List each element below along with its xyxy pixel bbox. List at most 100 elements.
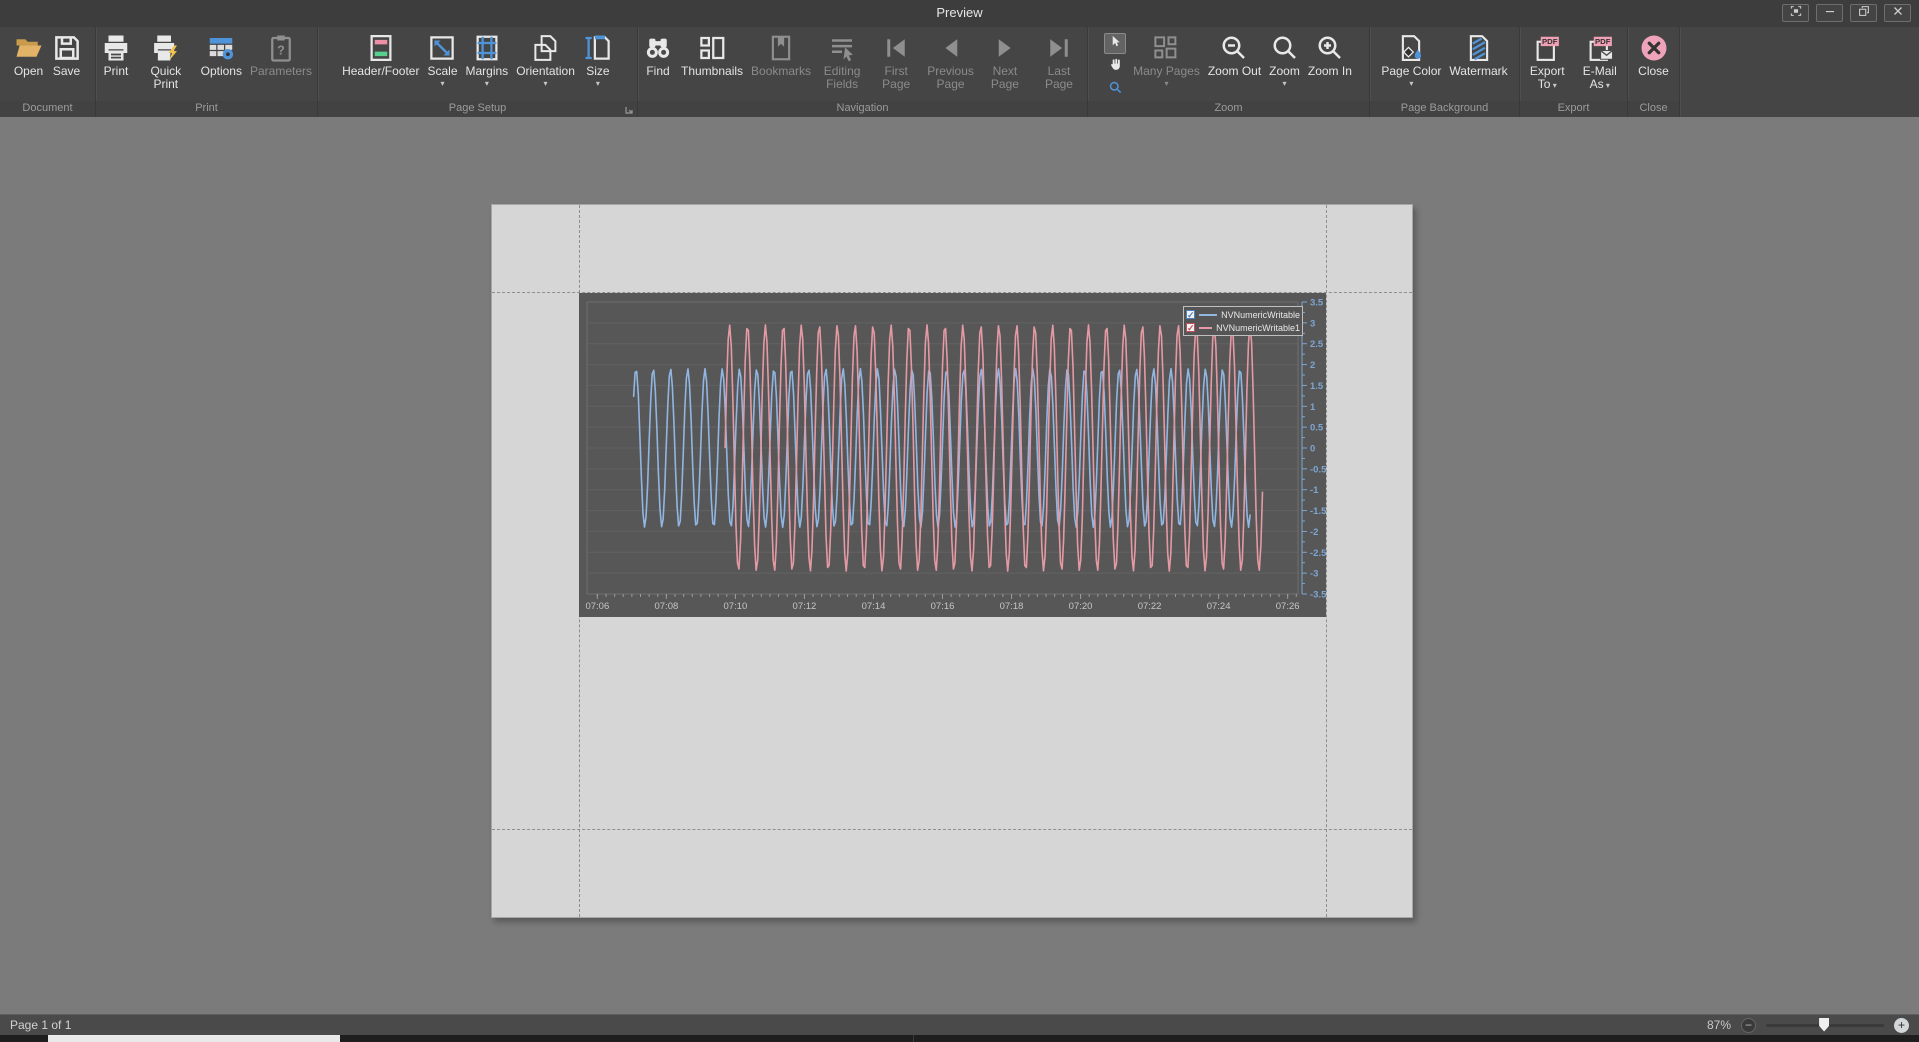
bookmarks-icon bbox=[766, 33, 796, 63]
hand-tool-button[interactable] bbox=[1104, 56, 1126, 77]
zoom-in-button[interactable]: Zoom In bbox=[1304, 29, 1356, 101]
save-button[interactable]: Save bbox=[48, 29, 86, 101]
group-label-document: Document bbox=[0, 101, 95, 117]
page-count-text: Page 1 of 1 bbox=[0, 1018, 1707, 1032]
size-label: Size bbox=[586, 65, 609, 88]
parameters-icon: ? bbox=[266, 33, 296, 63]
svg-text:-0.5: -0.5 bbox=[1310, 464, 1326, 475]
chart: 07:0607:0807:1007:1207:1407:1607:1807:20… bbox=[579, 293, 1326, 617]
ribbon-group-navigation: Find Thumbnails Bookmarks Editing Fields… bbox=[638, 27, 1088, 117]
ribbon-group-export: PDF Export To PDF E-Mail As Export bbox=[1520, 27, 1628, 117]
zoom-tools-column bbox=[1101, 29, 1129, 101]
quick-print-label: Quick Print bbox=[139, 65, 193, 91]
status-bar: Page 1 of 1 87% − + bbox=[0, 1014, 1919, 1035]
options-button[interactable]: Options bbox=[197, 29, 246, 101]
group-label-export: Export bbox=[1520, 101, 1627, 117]
export-to-button[interactable]: PDF Export To bbox=[1521, 29, 1574, 101]
many-pages-button: Many Pages bbox=[1129, 29, 1204, 101]
zoom-slider-handle[interactable] bbox=[1819, 1018, 1829, 1032]
open-label: Open bbox=[14, 65, 43, 78]
close-preview-button[interactable]: Close bbox=[1634, 29, 1673, 101]
many-pages-icon bbox=[1151, 33, 1181, 63]
svg-text:07:24: 07:24 bbox=[1207, 601, 1231, 612]
hand-icon bbox=[1108, 57, 1123, 77]
close-preview-icon bbox=[1639, 33, 1669, 63]
zoom-button[interactable]: Zoom bbox=[1265, 29, 1304, 101]
restore-button[interactable] bbox=[1850, 4, 1877, 22]
preview-page: 07:0607:0807:1007:1207:1407:1607:1807:20… bbox=[491, 204, 1413, 918]
legend-series-name: NVNumericWritable bbox=[1221, 310, 1300, 320]
save-icon bbox=[52, 33, 82, 63]
taskbar-app-segment[interactable] bbox=[48, 1035, 340, 1042]
print-label: Print bbox=[104, 65, 129, 78]
thumbnails-button[interactable]: Thumbnails bbox=[677, 29, 747, 101]
find-button[interactable]: Find bbox=[639, 29, 677, 101]
svg-text:3.5: 3.5 bbox=[1310, 298, 1324, 309]
ribbon-group-document: Open Save Document bbox=[0, 27, 96, 117]
magnifier-icon bbox=[1108, 80, 1123, 100]
ribbon-group-page-setup: Header/Footer Scale Margins Orientation … bbox=[318, 27, 638, 117]
group-label-navigation: Navigation bbox=[638, 101, 1087, 117]
window-controls bbox=[1782, 4, 1911, 22]
last-page-label: Last Page bbox=[1036, 65, 1082, 91]
quick-print-button[interactable]: Quick Print bbox=[135, 29, 197, 101]
zoom-decrease-button[interactable]: − bbox=[1741, 1018, 1756, 1033]
svg-text:07:14: 07:14 bbox=[862, 601, 886, 612]
watermark-label: Watermark bbox=[1449, 65, 1507, 78]
thumbnails-label: Thumbnails bbox=[681, 65, 743, 78]
svg-text:07:26: 07:26 bbox=[1276, 601, 1300, 612]
find-label: Find bbox=[646, 65, 669, 78]
export-to-icon: PDF bbox=[1532, 33, 1562, 63]
svg-text:0: 0 bbox=[1310, 444, 1315, 455]
next-page-label: Next Page bbox=[982, 65, 1028, 91]
margins-label: Margins bbox=[466, 65, 509, 88]
svg-text:07:16: 07:16 bbox=[931, 601, 955, 612]
fullscreen-button[interactable] bbox=[1782, 4, 1809, 22]
watermark-button[interactable]: Watermark bbox=[1445, 29, 1511, 101]
first-page-icon bbox=[881, 33, 911, 63]
zoom-percent-text: 87% bbox=[1707, 1018, 1731, 1032]
zoom-increase-button[interactable]: + bbox=[1894, 1018, 1909, 1033]
page-color-button[interactable]: Page Color bbox=[1377, 29, 1445, 101]
svg-text:07:22: 07:22 bbox=[1138, 601, 1162, 612]
save-label: Save bbox=[53, 65, 80, 78]
preview-document-area: 07:0607:0807:1007:1207:1407:1607:1807:20… bbox=[0, 117, 1919, 1014]
scale-icon bbox=[427, 33, 457, 63]
zoom-out-icon bbox=[1219, 33, 1249, 63]
svg-text:-3: -3 bbox=[1310, 569, 1318, 580]
legend-line-sample bbox=[1199, 327, 1212, 329]
chart-canvas: 07:0607:0807:1007:1207:1407:1607:1807:20… bbox=[579, 293, 1326, 617]
zoom-label: Zoom bbox=[1269, 65, 1300, 88]
ribbon-group-zoom: Many Pages Zoom Out Zoom Zoom In Zoom bbox=[1088, 27, 1370, 117]
pointer-icon bbox=[1108, 34, 1123, 54]
header-footer-button[interactable]: Header/Footer bbox=[338, 29, 423, 101]
zoom-icon bbox=[1270, 33, 1300, 63]
svg-text:1.5: 1.5 bbox=[1310, 381, 1324, 392]
svg-text:-1: -1 bbox=[1310, 485, 1319, 496]
group-label-zoom: Zoom bbox=[1088, 101, 1369, 117]
size-button[interactable]: Size bbox=[579, 29, 617, 101]
first-page-button: First Page bbox=[869, 29, 923, 101]
zoom-out-button[interactable]: Zoom Out bbox=[1204, 29, 1265, 101]
group-label-print: Print bbox=[96, 101, 317, 117]
last-page-icon bbox=[1044, 33, 1074, 63]
svg-text:07:08: 07:08 bbox=[654, 601, 678, 612]
print-button[interactable]: Print bbox=[97, 29, 135, 101]
open-button[interactable]: Open bbox=[10, 29, 48, 101]
email-as-button[interactable]: PDF E-Mail As bbox=[1574, 29, 1627, 101]
minimize-button[interactable] bbox=[1816, 4, 1843, 22]
dialog-launcher-icon[interactable] bbox=[624, 105, 634, 115]
margin-guide-right bbox=[1326, 205, 1327, 917]
margins-button[interactable]: Margins bbox=[462, 29, 513, 101]
ribbon-group-print: Print Quick Print Options ? Parameters P… bbox=[96, 27, 318, 117]
many-pages-label: Many Pages bbox=[1133, 65, 1200, 88]
close-window-button[interactable] bbox=[1884, 4, 1911, 22]
pointer-tool-button[interactable] bbox=[1104, 33, 1126, 54]
orientation-button[interactable]: Orientation bbox=[512, 29, 579, 101]
open-icon bbox=[14, 33, 44, 63]
zoom-slider[interactable] bbox=[1766, 1024, 1884, 1027]
magnifier-tool-button[interactable] bbox=[1104, 79, 1126, 100]
quick-print-icon bbox=[151, 33, 181, 63]
editing-fields-button: Editing Fields bbox=[815, 29, 869, 101]
scale-button[interactable]: Scale bbox=[423, 29, 461, 101]
